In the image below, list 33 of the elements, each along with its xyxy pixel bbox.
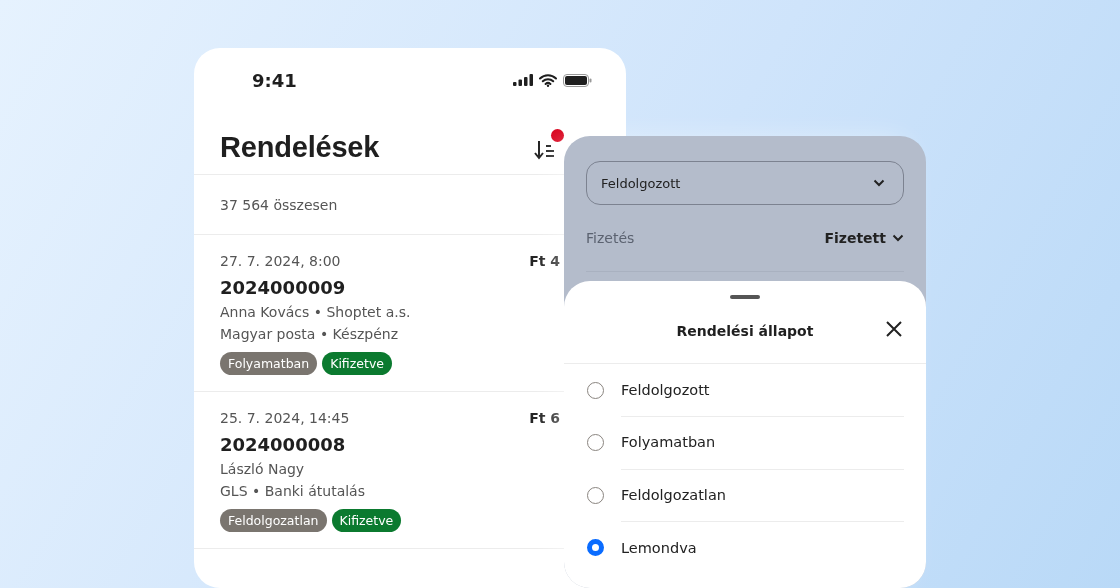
- status-select[interactable]: Feldolgozott: [586, 161, 904, 205]
- status-tag: Kifizetve: [322, 352, 392, 375]
- order-detail: GLS • Banki átutalás: [220, 483, 365, 499]
- order-amount: Ft 4: [529, 253, 560, 269]
- close-icon: [886, 321, 902, 337]
- option-label[interactable]: Feldolgozatlan: [621, 468, 904, 522]
- notification-dot: [551, 129, 564, 142]
- battery-icon: [563, 73, 592, 87]
- chevron-down-icon: [892, 234, 904, 242]
- radio-button[interactable]: [587, 539, 604, 557]
- order-number: 2024000008: [220, 434, 346, 455]
- wifi-icon: [539, 73, 557, 87]
- order-detail: Anna Kovács • Shoptet a.s.: [220, 304, 411, 320]
- status-tag: Kifizetve: [331, 509, 402, 532]
- order-detail: László Nagy: [220, 461, 305, 477]
- option-label[interactable]: Feldolgozott: [621, 363, 904, 417]
- option-label[interactable]: Folyamatban: [621, 416, 904, 470]
- order-detail: Magyar posta • Készpénz: [220, 326, 399, 342]
- order-date: 27. 7. 2024, 8:00: [220, 253, 341, 269]
- status-time: 9:41: [252, 69, 297, 91]
- payment-dropdown[interactable]: Fizetett: [824, 230, 904, 246]
- drag-handle[interactable]: [730, 295, 760, 299]
- order-number: 2024000009: [220, 277, 346, 298]
- signal-icon: [513, 74, 533, 86]
- page-title: Rendelések: [220, 130, 380, 164]
- status-tag: Folyamatban: [220, 352, 318, 375]
- close-button[interactable]: [886, 321, 902, 337]
- status-tag: Feldolgozatlan: [220, 509, 327, 532]
- sort-icon[interactable]: [534, 140, 556, 160]
- order-date: 25. 7. 2024, 14:45: [220, 410, 350, 426]
- sheet-title: Rendelési állapot: [676, 323, 814, 339]
- chevron-down-icon: [873, 179, 885, 187]
- order-amount: Ft 6: [529, 410, 560, 426]
